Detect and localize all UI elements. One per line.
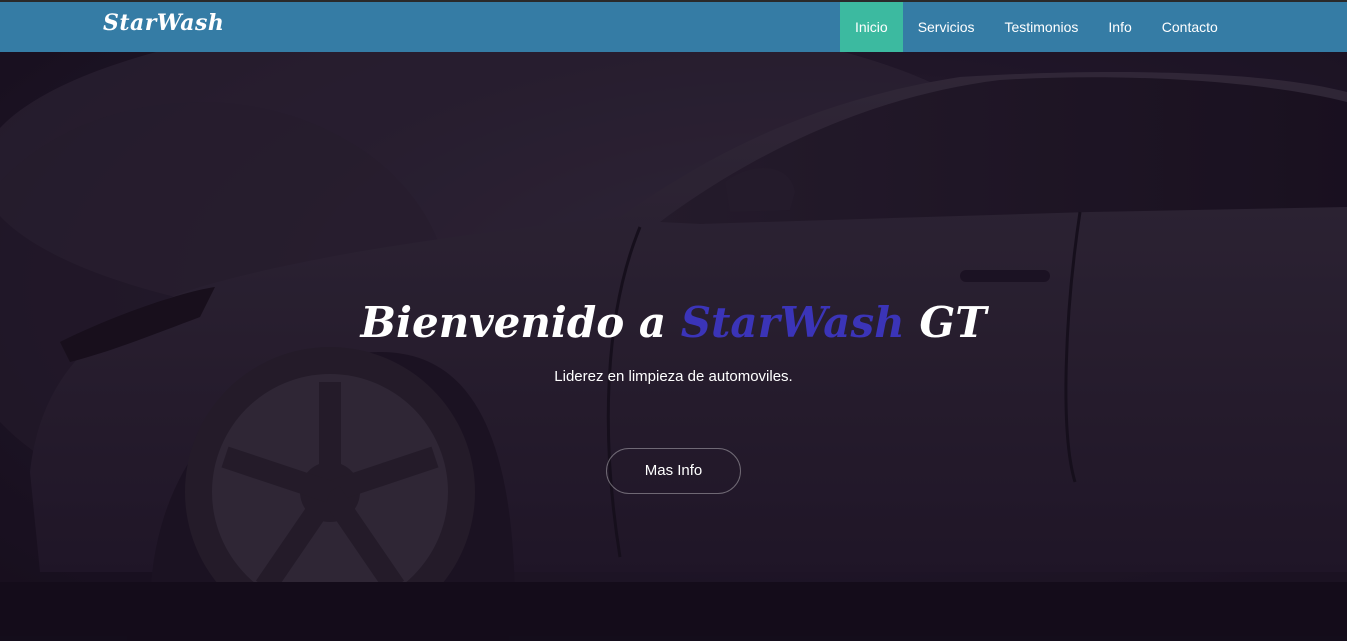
hero-title-suffix: GT — [904, 298, 987, 347]
nav-item-testimonios[interactable]: Testimonios — [989, 2, 1093, 52]
hero-title-prefix: Bienvenido a — [360, 298, 681, 347]
nav-item-servicios[interactable]: Servicios — [903, 2, 990, 52]
nav-item-contacto[interactable]: Contacto — [1147, 2, 1233, 52]
brand-logo[interactable]: StarWash — [103, 10, 224, 36]
navbar: StarWash Inicio Servicios Testimonios In… — [0, 0, 1347, 52]
nav-item-inicio[interactable]: Inicio — [840, 2, 903, 52]
hero-section: Bienvenido a StarWash GT Liderez en limp… — [0, 52, 1347, 641]
hero-subtitle: Liderez en limpieza de automoviles. — [554, 368, 793, 385]
nav-item-info[interactable]: Info — [1093, 2, 1146, 52]
hero-title-brand: StarWash — [680, 298, 905, 347]
nav-menu: Inicio Servicios Testimonios Info Contac… — [840, 2, 1233, 52]
more-info-button[interactable]: Mas Info — [606, 448, 741, 494]
hero-title: Bienvenido a StarWash GT — [0, 298, 1347, 347]
